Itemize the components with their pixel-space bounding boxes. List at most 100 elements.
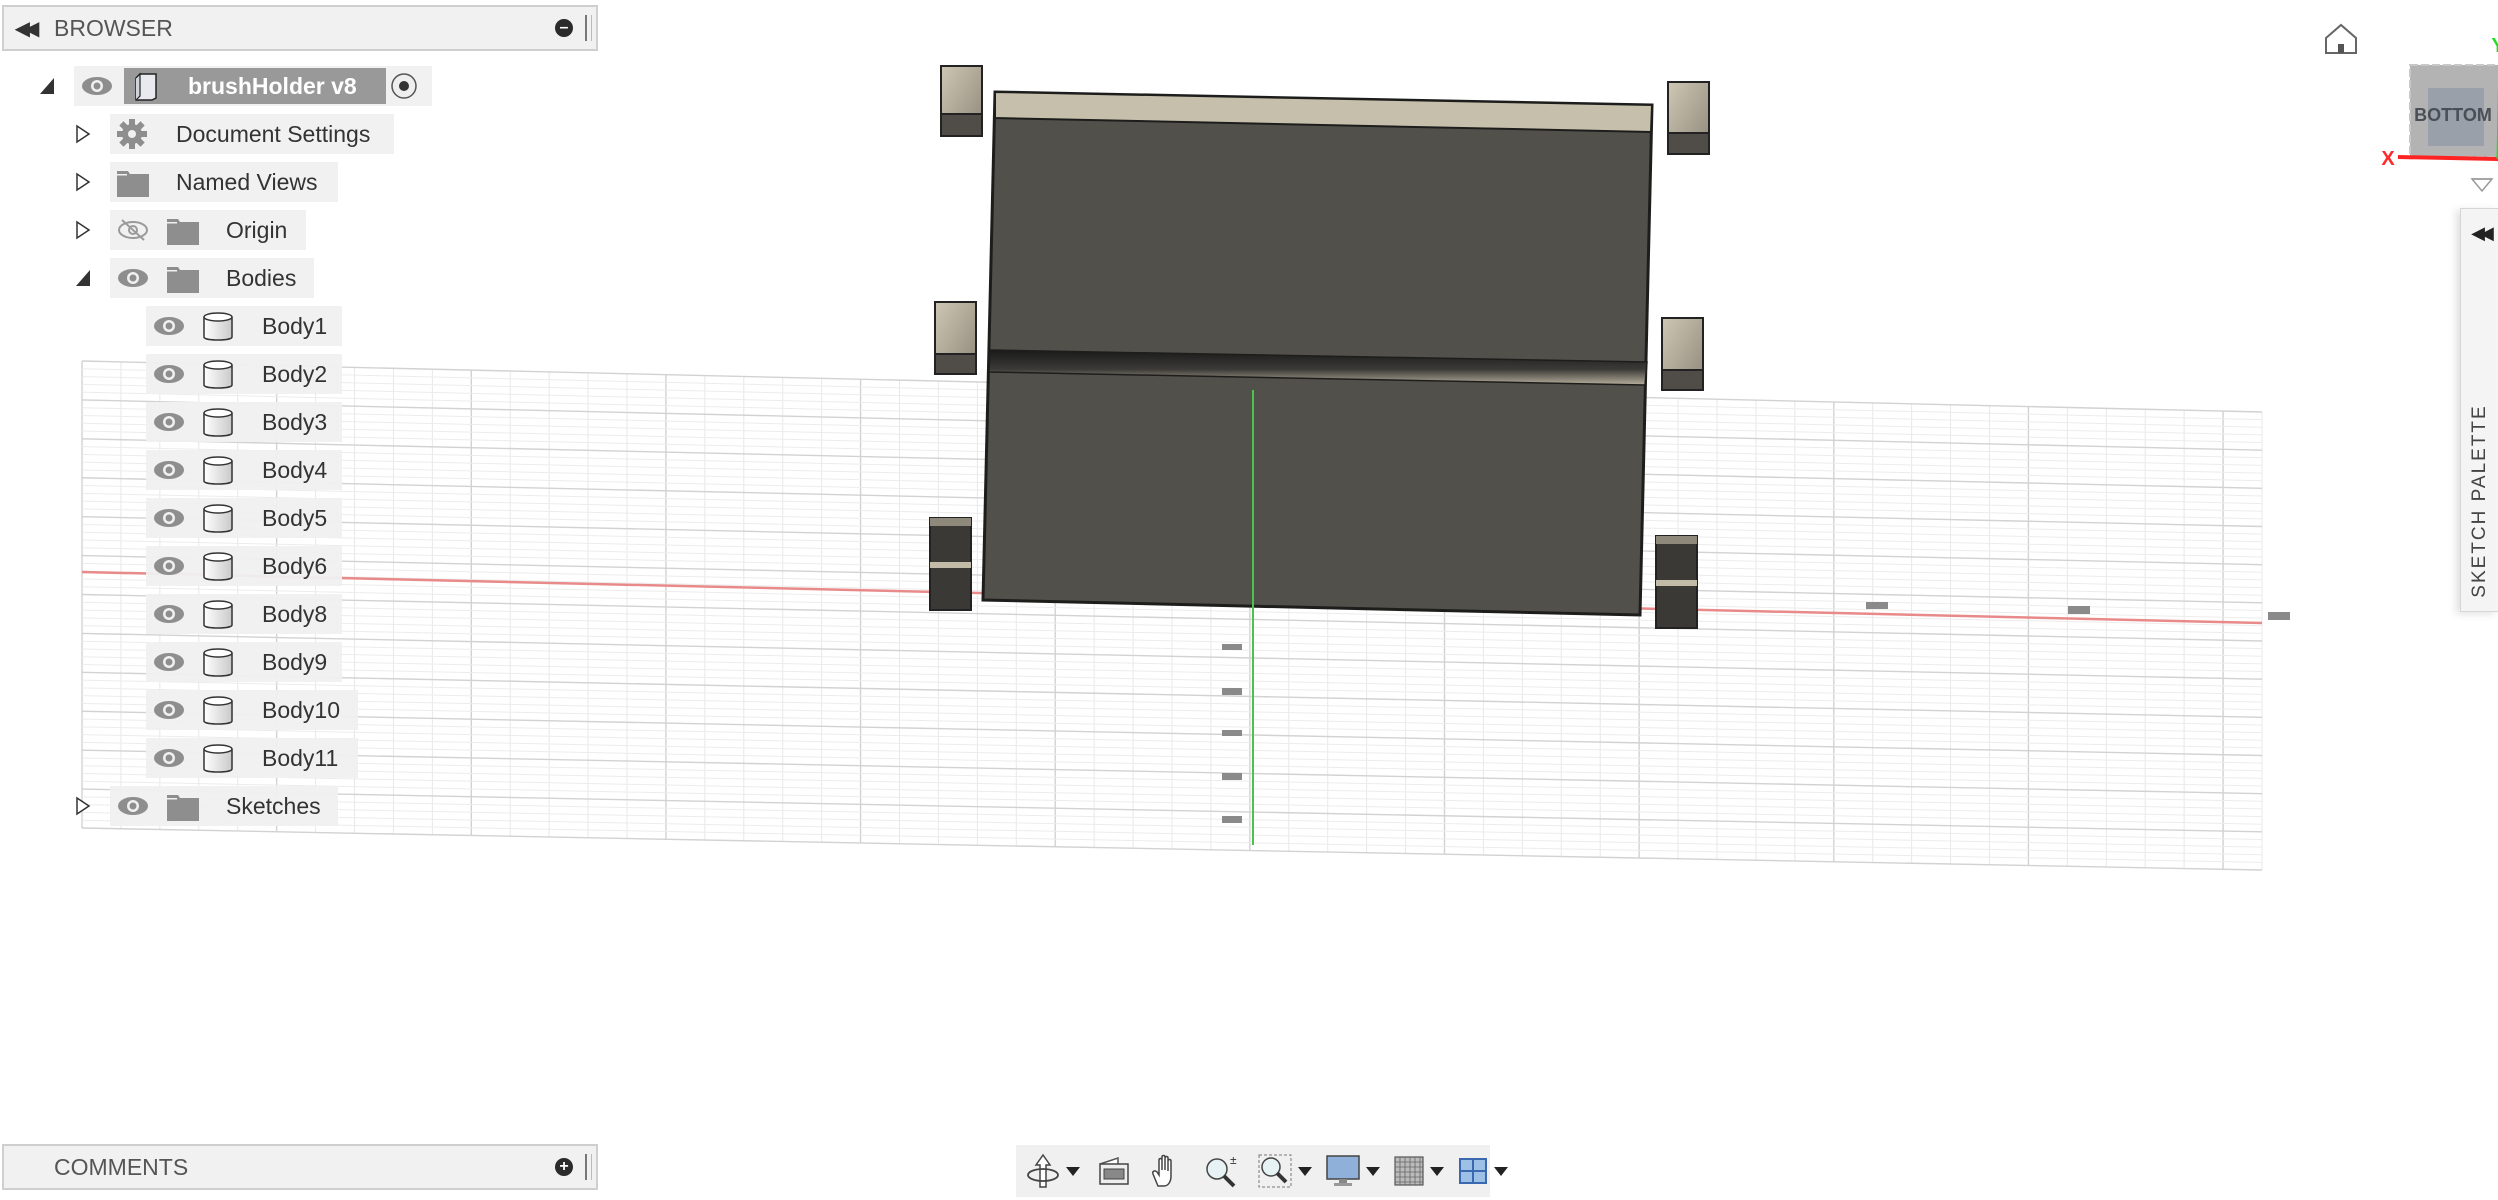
view-cube-box[interactable]: BOTTOM: [2409, 64, 2498, 158]
folder-icon: [117, 171, 149, 197]
clip-block-bottom-right[interactable]: [1655, 535, 1698, 629]
view-cube-menu-icon[interactable]: [2470, 175, 2494, 195]
eye-icon[interactable]: [116, 794, 150, 818]
look-at-icon: [1099, 1156, 1129, 1185]
model-main-body[interactable]: [981, 90, 1654, 617]
axis-label-x: X: [2381, 148, 2395, 170]
expand-palette-icon[interactable]: ◀◀: [2461, 223, 2498, 244]
tree-item-body[interactable]: Body11: [0, 738, 600, 778]
tree-item-label: Body5: [262, 504, 328, 531]
orbit-icon: [1027, 1153, 1059, 1188]
tree-item-body[interactable]: Body4: [0, 450, 600, 490]
gear-icon: [117, 119, 147, 149]
eye-icon[interactable]: [152, 506, 186, 530]
eye-icon[interactable]: [152, 410, 186, 434]
grid-dropdown-caret[interactable]: [1430, 1166, 1444, 1176]
viewports-dropdown-caret[interactable]: [1494, 1166, 1508, 1176]
clip-block-mid-left[interactable]: [934, 301, 977, 375]
orbit-button[interactable]: [1026, 1145, 1080, 1197]
zoom-window-icon: [1258, 1154, 1292, 1188]
svg-text:±: ±: [1230, 1154, 1237, 1167]
eye-icon[interactable]: [152, 554, 186, 578]
tree-item-label: Origin: [226, 216, 288, 243]
eye-hidden-icon[interactable]: [116, 218, 150, 242]
root-component-label[interactable]: brushHolder v8: [124, 68, 386, 104]
tree-item-label: Body3: [262, 408, 328, 435]
tree-item-document-settings[interactable]: Document Settings: [0, 114, 600, 154]
zoom-dropdown-caret[interactable]: [1298, 1166, 1312, 1176]
eye-icon[interactable]: [152, 314, 186, 338]
viewports-button[interactable]: [1458, 1145, 1508, 1197]
add-comment-icon[interactable]: +: [555, 1158, 573, 1176]
clip-block-top-right[interactable]: [1667, 81, 1710, 155]
tree-item-label: Named Views: [176, 168, 318, 195]
sketch-palette-title: SKETCH PALETTE: [2469, 404, 2490, 598]
zoom-window-button[interactable]: [1258, 1145, 1312, 1197]
eye-icon[interactable]: [152, 650, 186, 674]
zoom-button[interactable]: ±: [1204, 1145, 1238, 1197]
tree-item-body[interactable]: Body3: [0, 402, 600, 442]
eye-icon[interactable]: [152, 602, 186, 626]
expand-triangle-icon[interactable]: [74, 220, 92, 240]
eye-icon[interactable]: [116, 266, 150, 290]
browser-title: BROWSER: [54, 14, 173, 41]
orbit-dropdown-caret[interactable]: [1066, 1166, 1080, 1176]
tree-item-bodies[interactable]: Bodies: [0, 258, 600, 298]
grid-snaps-button[interactable]: [1394, 1145, 1444, 1197]
display-dropdown-caret[interactable]: [1366, 1166, 1380, 1176]
expand-triangle-icon[interactable]: [74, 172, 92, 192]
activate-radio-icon[interactable]: [390, 72, 418, 100]
body-icon: [203, 696, 233, 725]
tree-item-label: Body1: [262, 312, 328, 339]
eye-icon[interactable]: [80, 74, 114, 98]
expand-triangle-icon[interactable]: [74, 124, 92, 144]
eye-icon[interactable]: [152, 362, 186, 386]
expand-triangle-icon[interactable]: [74, 796, 92, 816]
tree-item-body[interactable]: Body5: [0, 498, 600, 538]
tree-item-body[interactable]: Body6: [0, 546, 600, 586]
tree-item-sketches[interactable]: Sketches: [0, 786, 600, 826]
zoom-icon: ±: [1206, 1154, 1237, 1188]
tree-item-body[interactable]: Body10: [0, 690, 600, 730]
look-at-button[interactable]: [1098, 1145, 1130, 1197]
pan-button[interactable]: [1150, 1145, 1182, 1197]
body-icon: [203, 312, 233, 341]
collapse-panel-icon[interactable]: ◀◀: [4, 16, 44, 41]
view-cube-x-axis: [2397, 155, 2498, 161]
panel-resize-handle[interactable]: [585, 15, 592, 41]
sketch-palette-panel[interactable]: ◀◀ SKETCH PALETTE: [2460, 208, 2498, 612]
clip-block-top-left[interactable]: [940, 65, 983, 137]
tree-item-label: Body10: [262, 696, 341, 723]
collapse-triangle-icon[interactable]: [74, 268, 92, 288]
tree-item-body[interactable]: Body9: [0, 642, 600, 682]
tree-item-body[interactable]: Body2: [0, 354, 600, 394]
eye-icon[interactable]: [152, 698, 186, 722]
display-settings-button[interactable]: [1326, 1145, 1380, 1197]
home-icon[interactable]: [2325, 23, 2357, 54]
navigation-toolbar: ±: [1016, 1145, 1508, 1197]
viewports-icon: [1459, 1158, 1487, 1184]
tree-item-label: Body4: [262, 456, 328, 483]
panel-resize-handle[interactable]: [585, 1154, 592, 1180]
tree-item-origin[interactable]: Origin: [0, 210, 600, 250]
tree-item-body[interactable]: Body8: [0, 594, 600, 634]
clip-block-bottom-left[interactable]: [929, 517, 972, 611]
tree-item-label: Document Settings: [176, 120, 371, 147]
minimize-icon[interactable]: –: [555, 19, 573, 37]
tree-item-body[interactable]: Body1: [0, 306, 600, 346]
folder-icon: [167, 219, 199, 245]
eye-icon[interactable]: [152, 746, 186, 770]
comments-title: COMMENTS: [54, 1153, 189, 1180]
folder-icon: [167, 795, 199, 821]
tree-item-label: Body2: [262, 360, 328, 387]
tree-root-item[interactable]: brushHolder v8: [0, 66, 600, 106]
tree-item-label: Bodies: [226, 264, 297, 291]
tree-item-named-views[interactable]: Named Views: [0, 162, 600, 202]
eye-icon[interactable]: [152, 458, 186, 482]
axis-label-y: Y: [2491, 35, 2498, 57]
collapse-triangle-icon[interactable]: [38, 76, 56, 96]
clip-block-mid-right[interactable]: [1661, 317, 1704, 391]
view-cube[interactable]: BOTTOM X Y: [2310, 20, 2498, 180]
display-icon: [1326, 1155, 1360, 1186]
component-icon: [135, 72, 157, 101]
